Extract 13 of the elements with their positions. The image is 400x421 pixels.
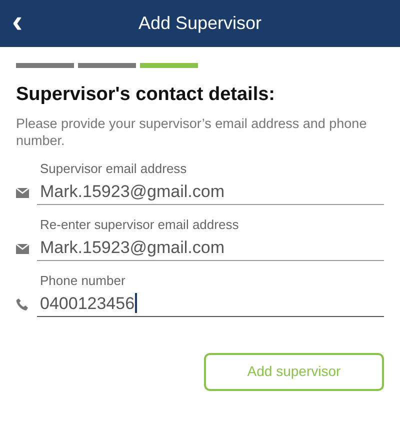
field-label: Supervisor email address: [40, 160, 188, 177]
field-label: Phone number: [40, 272, 126, 289]
field-label: Re-enter supervisor email address: [40, 216, 240, 233]
envelope-icon: [16, 244, 29, 254]
back-button[interactable]: ‹: [8, 4, 27, 38]
envelope-icon: [16, 188, 29, 198]
screen-title: Add Supervisor: [138, 12, 262, 35]
input-field[interactable]: 0400123456: [37, 292, 384, 317]
section-heading: Supervisor's contact details:: [16, 84, 276, 107]
phone-icon: [16, 298, 29, 312]
input-field[interactable]: Mark.15923@gmail.com: [37, 236, 384, 261]
input-field[interactable]: Mark.15923@gmail.com: [37, 180, 384, 205]
instructions-text: Please provide your supervisor’s email address and phone number.: [16, 114, 368, 149]
